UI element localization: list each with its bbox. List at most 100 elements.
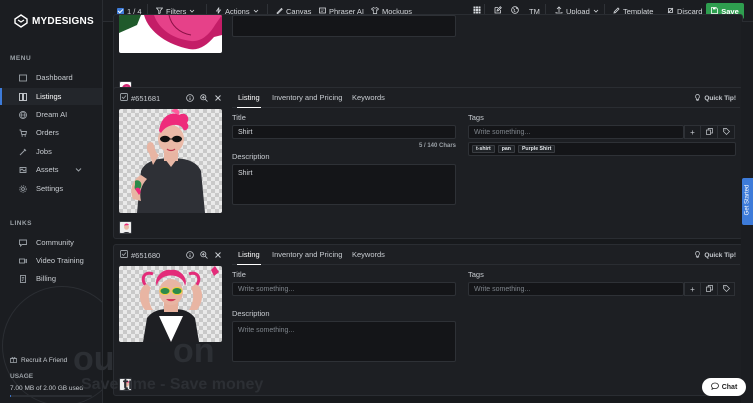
close-icon[interactable] [214,251,222,261]
chat-button[interactable]: Chat [702,378,746,396]
product-image[interactable] [119,266,222,342]
logo-icon [14,14,28,28]
tag-chip[interactable]: Purple Shirt [517,145,556,153]
add-tag-button[interactable]: + [684,125,701,139]
copy-icon [705,127,713,137]
copy-tags-button[interactable] [701,125,718,139]
thumbnail-small[interactable] [119,221,132,234]
tag-chip[interactable]: t-shirt [472,145,495,153]
sidebar-item-billing[interactable]: Billing [0,270,102,287]
gift-icon [10,356,17,365]
links-section-label: LINKS [10,220,32,227]
listing-id: #651681 [131,93,161,103]
copy-tags-button[interactable] [701,282,718,296]
app-root: MYDESIGNS MENU Dashboard Listings Dream … [0,0,753,403]
description-input[interactable] [232,15,456,37]
sidebar-item-label: Community [36,238,74,247]
sidebar-item-label: Listings [36,92,62,101]
sidebar-item-assets[interactable]: Assets [0,161,102,178]
tags-label: Tags [468,113,484,122]
sidebar-item-label: Dream AI [36,110,68,119]
tag-icon [722,127,730,137]
usage-label: USAGE [10,373,34,380]
description-label: Description [232,309,270,318]
zoom-icon[interactable] [200,94,208,104]
lightbulb-icon [694,251,701,260]
sidebar-item-orders[interactable]: Orders [0,124,102,141]
tags-label: Tags [468,270,484,279]
title-label: Title [232,113,246,122]
description-input[interactable]: Shirt [232,164,456,205]
assets-icon [19,166,27,174]
tag-actions: + [684,282,735,296]
tag-chip[interactable]: pan [497,145,515,153]
info-icon[interactable] [186,94,194,104]
sidebar-item-video-training[interactable]: Video Training [0,252,102,269]
checkbox-icon[interactable] [120,93,128,103]
listing-tabs: Listing Inventory and Pricing Keywords Q… [232,245,740,265]
quick-tip-link[interactable]: Quick Tip! [694,251,736,260]
quick-tip-label: Quick Tip! [704,95,736,102]
sidebar-item-dashboard[interactable]: Dashboard [0,69,102,86]
sidebar-item-dream-ai[interactable]: Dream AI [0,106,102,123]
tab-keywords[interactable]: Keywords [352,93,385,102]
tag-icon [722,284,730,294]
title-input[interactable]: Shirt [232,125,456,139]
title-label: Title [232,270,246,279]
tab-inventory-pricing[interactable]: Inventory and Pricing [272,250,342,259]
sidebar-item-label: Orders [36,128,59,137]
sidebar-item-jobs[interactable]: Jobs [0,143,102,160]
video-icon [19,257,27,265]
cart-icon [19,129,27,137]
tab-listing[interactable]: Listing [237,250,261,265]
watermark-text: ou [73,340,115,378]
recruit-label: Recruit A Friend [21,357,68,364]
get-started-label: Get Started [744,184,751,216]
brand-logo[interactable]: MYDESIGNS [14,14,94,28]
lightbulb-icon [694,94,701,103]
listing-card: #651681 Listing Inventory and Pricing Ke… [113,87,743,239]
zoom-icon[interactable] [200,251,208,261]
tag-options-button[interactable] [718,282,735,296]
listing-card: #651680 Listing Inventory and Pricing Ke… [113,244,743,396]
community-icon [19,239,27,247]
info-icon[interactable] [186,251,194,261]
close-icon[interactable] [214,94,222,104]
copy-icon [705,284,713,294]
usage-text: 7.00 MB of 2.00 GB used [10,385,83,392]
tag-options-button[interactable] [718,125,735,139]
brand-name: MYDESIGNS [32,15,94,27]
product-image[interactable] [119,15,222,53]
description-input[interactable]: Write something... [232,321,456,362]
jobs-icon [19,148,27,156]
quick-tip-link[interactable]: Quick Tip! [694,94,736,103]
chat-icon [710,382,719,392]
sidebar-item-community[interactable]: Community [0,234,102,251]
tag-actions: + [684,125,735,139]
watermark-text: Save time - Save money [81,376,264,393]
chat-label: Chat [721,383,738,391]
watermark-text: on [173,332,215,370]
sidebar-item-settings[interactable]: Settings [0,180,102,197]
tab-inventory-pricing[interactable]: Inventory and Pricing [272,93,342,102]
title-input[interactable]: Write something... [232,282,456,296]
listings-content: #651681 Listing Inventory and Pricing Ke… [73,14,753,403]
tags-input[interactable]: Write something... [468,125,684,139]
get-started-tab[interactable]: Get Started [742,178,753,225]
listings-icon [19,92,27,101]
sidebar-item-label: Video Training [36,256,84,265]
sidebar-item-label: Assets [36,165,59,174]
product-image[interactable] [119,109,222,213]
tab-listing[interactable]: Listing [237,93,261,108]
tab-keywords[interactable]: Keywords [352,250,385,259]
add-tag-button[interactable]: + [684,282,701,296]
sidebar-item-label: Dashboard [36,73,73,82]
sidebar-item-listings[interactable]: Listings [0,88,102,105]
listing-tabs: Listing Inventory and Pricing Keywords Q… [232,88,740,108]
checkbox-icon[interactable] [120,250,128,260]
recruit-friend-link[interactable]: Recruit A Friend [10,356,67,365]
chevron-down-icon[interactable] [75,166,82,175]
dashboard-icon [19,74,27,82]
tags-input[interactable]: Write something... [468,282,684,296]
usage-progress-bar [10,395,92,397]
